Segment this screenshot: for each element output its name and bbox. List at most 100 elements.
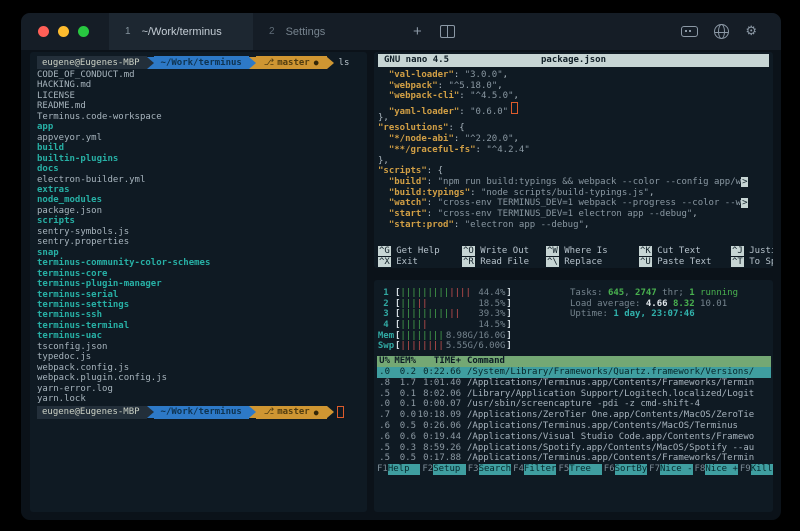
minimize-window-button[interactable] <box>58 26 69 37</box>
ls-entry: LICENSE <box>37 91 367 101</box>
file-name: Terminus.code-workspace <box>37 112 162 122</box>
nano-shortcut-exit[interactable]: ^X Exit <box>378 257 462 268</box>
shell-terminal-pane[interactable]: eugene@Eugenes-MBP~/Work/terminus⎇master… <box>30 52 367 512</box>
shortcut-key: ^X <box>378 257 391 267</box>
terminus-window: 1~/Work/terminus2Settings + ⚙ eugene@Eug… <box>21 13 781 520</box>
shortcut-key: ^R <box>462 257 475 267</box>
shortcut-label: Get Help <box>391 246 440 256</box>
fkey-filter[interactable]: F4Filter <box>513 464 556 475</box>
process-row[interactable]: .81.71:01.40/Applications/Terminus.app/C… <box>377 378 771 389</box>
fkey-tree[interactable]: F5Tree <box>558 464 601 475</box>
nano-shortcut-justify[interactable]: ^J Justify <box>731 246 773 257</box>
file-name: electron-builder.yml <box>37 175 145 185</box>
cell-time: 0:19.44 <box>416 432 461 443</box>
fkey-label: Help <box>388 464 421 475</box>
cell-time: 0:17.88 <box>416 453 461 464</box>
nano-line: "start:prod": "electron app --debug", <box>378 220 769 231</box>
ls-entry: terminus-serial <box>37 290 367 300</box>
meter-bar: |||||18.5% <box>400 299 506 310</box>
file-name: typedoc.js <box>37 352 91 362</box>
nano-shortcut-cut-text[interactable]: ^K Cut Text <box>639 246 731 257</box>
fkey-number: F2 <box>422 464 433 474</box>
cell-mem: 0.5 <box>390 421 416 432</box>
prompt-path: ~/Work/terminus <box>154 406 249 419</box>
fkey-nice-[interactable]: F7Nice - <box>649 464 692 475</box>
nano-shortcut-get-help[interactable]: ^G Get Help <box>378 246 462 257</box>
split-pane-icon[interactable] <box>440 25 455 38</box>
col-cpu: U% <box>377 356 390 367</box>
ls-entry: terminus-ssh <box>37 310 367 320</box>
ls-entry: build <box>37 143 367 153</box>
meter-value: 39.3% <box>478 309 505 320</box>
fkey-help[interactable]: F1Help <box>377 464 420 475</box>
ssh-connections-icon[interactable] <box>681 26 698 37</box>
cell-time: 0:22.66 <box>416 367 461 378</box>
htop-pane[interactable]: 1[|||||||||||||44.4%]2[|||||18.5%]3[||||… <box>374 280 773 512</box>
nano-line: "scripts": { <box>378 166 769 177</box>
fkey-setup[interactable]: F2Setup <box>422 464 465 475</box>
meter-label: 3 <box>377 309 395 320</box>
nano-line: "webpack": "^5.18.0", <box>378 81 769 92</box>
ls-entry: sentry-symbols.js <box>37 227 367 237</box>
gear-icon[interactable]: ⚙ <box>745 25 757 38</box>
nano-shortcut-where-is[interactable]: ^W Where Is <box>546 246 639 257</box>
fkey-search[interactable]: F3Search <box>468 464 511 475</box>
process-table: U%MEM%TIME+Command.00.20:22.66/System/Li… <box>377 356 771 464</box>
git-dirty-icon: ● <box>314 58 319 67</box>
process-row[interactable]: .50.18:02.06/Library/Application Support… <box>377 389 771 400</box>
nano-shortcut-to-spell[interactable]: ^T To Spell <box>731 257 773 268</box>
fkey-kill[interactable]: F9Kill <box>740 464 773 475</box>
htop-meters-area: 1[|||||||||||||44.4%]2[|||||18.5%]3[||||… <box>377 288 771 352</box>
prompt-git-segment: ⎇master● <box>256 406 327 419</box>
cpu-memory-meters: 1[|||||||||||||44.4%]2[|||||18.5%]3[||||… <box>377 288 570 352</box>
close-window-button[interactable] <box>38 26 49 37</box>
process-table-header[interactable]: U%MEM%TIME+Command <box>377 356 771 367</box>
screenshot-stage: 1~/Work/terminus2Settings + ⚙ eugene@Eug… <box>0 0 800 531</box>
shortcut-key: ^T <box>731 257 744 267</box>
ls-entry: terminus-uac <box>37 331 367 341</box>
tab-settings[interactable]: 2Settings <box>253 13 397 50</box>
process-row[interactable]: .60.60:19.44/Applications/Visual Studio … <box>377 432 771 443</box>
tab--work-terminus[interactable]: 1~/Work/terminus <box>109 13 253 50</box>
ls-entry: CODE_OF_CONDUCT.md <box>37 70 367 80</box>
prompt-path: ~/Work/terminus <box>154 56 249 69</box>
nano-shortcut-paste-text[interactable]: ^U Paste Text <box>639 257 731 268</box>
process-row[interactable]: .00.20:22.66/System/Library/Frameworks/Q… <box>377 367 771 378</box>
directory-name: terminus-plugin-manager <box>37 279 162 289</box>
ls-entry: builtin-plugins <box>37 154 367 164</box>
fkey-nice-[interactable]: F8Nice + <box>695 464 738 475</box>
nano-line: "build": "npm run build:typings && webpa… <box>378 177 769 188</box>
terminal-cursor <box>337 406 344 418</box>
process-row[interactable]: .00.10:00.07/usr/sbin/screencapture -pdi… <box>377 399 771 410</box>
meter-1: 1[|||||||||||||44.4%] <box>377 288 570 299</box>
process-row[interactable]: .50.38:59.26/Applications/Spotify.app/Co… <box>377 443 771 454</box>
git-branch-name: master <box>277 58 310 68</box>
fkey-label: Filter <box>524 464 557 475</box>
typed-command: ls <box>339 58 350 68</box>
meter-4: 4[|||||14.5%] <box>377 320 570 331</box>
sysinfo-line: Tasks: 645, 2747 thr; 1 running <box>570 288 738 299</box>
cell-mem: 0.2 <box>390 367 416 378</box>
sysinfo-line: Uptime: 1 day, 23:07:46 <box>570 309 738 320</box>
process-row[interactable]: .50.50:17.88/Applications/Terminus.app/C… <box>377 453 771 464</box>
nano-line: "*/node-abi": "^2.20.0", <box>378 134 769 145</box>
nano-shortcut-read-file[interactable]: ^R Read File <box>462 257 546 268</box>
fkey-sortby[interactable]: F6SortBy <box>604 464 647 475</box>
cell-cpu: .8 <box>377 378 390 389</box>
cell-cpu: .6 <box>377 432 390 443</box>
globe-icon[interactable] <box>714 24 729 39</box>
nano-shortcut-write-out[interactable]: ^O Write Out <box>462 246 546 257</box>
shortcut-key: ^G <box>378 246 391 256</box>
maximize-window-button[interactable] <box>78 26 89 37</box>
git-branch-icon: ⎇ <box>264 407 274 417</box>
process-row[interactable]: .70.010:18.09/Applications/ZeroTier One.… <box>377 410 771 421</box>
nano-editor-pane[interactable]: GNU nano 4.5 package.json "val-loader": … <box>374 52 773 268</box>
process-row[interactable]: .60.50:26.06/Applications/Terminus.app/C… <box>377 421 771 432</box>
col-time: TIME+ <box>416 356 461 367</box>
file-name: CODE_OF_CONDUCT.md <box>37 70 135 80</box>
cell-cpu: .0 <box>377 399 390 410</box>
file-name: webpack.config.js <box>37 363 129 373</box>
new-tab-button[interactable]: + <box>413 23 422 40</box>
nano-shortcut-replace[interactable]: ^\ Replace <box>546 257 639 268</box>
fkey-number: F3 <box>468 464 479 474</box>
